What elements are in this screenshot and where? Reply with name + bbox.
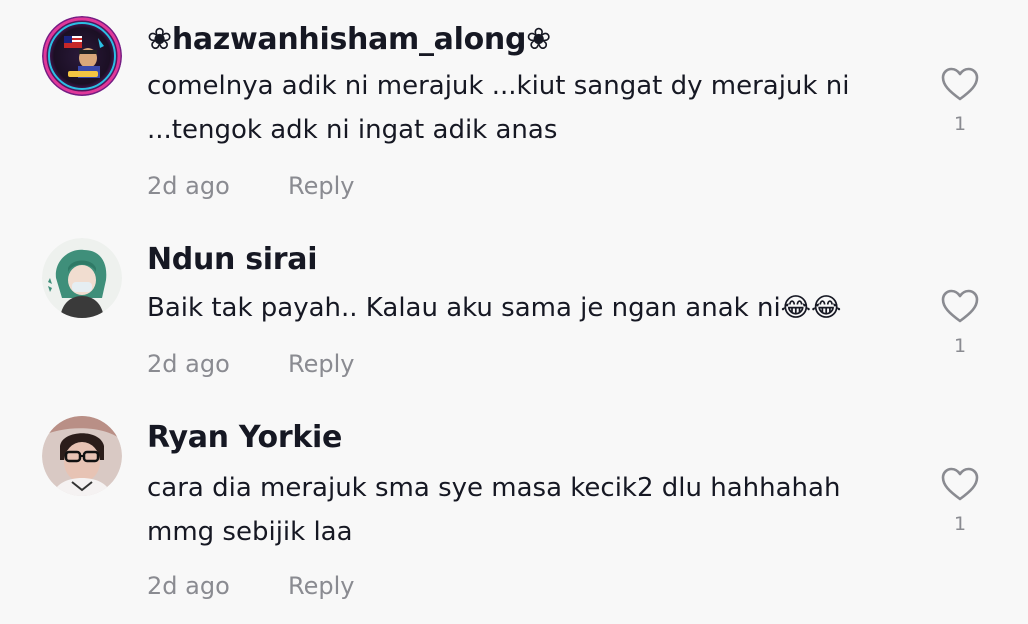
- comment-timestamp: 2d ago: [147, 572, 230, 600]
- comment-username[interactable]: Ndun sirai: [147, 240, 318, 280]
- avatar[interactable]: [42, 416, 122, 496]
- comment-meta: 2d ago Reply: [147, 348, 354, 380]
- reply-button[interactable]: Reply: [288, 348, 354, 380]
- comment-text: comelnya adik ni merajuk ...kiut sangat …: [147, 71, 850, 145]
- comment-timestamp: 2d ago: [147, 172, 230, 200]
- heart-outline-icon: [941, 67, 979, 101]
- avatar[interactable]: [42, 16, 122, 96]
- like-button[interactable]: 1: [938, 288, 982, 358]
- like-count: 1: [953, 513, 967, 535]
- comment-meta: 2d ago Reply: [147, 170, 354, 202]
- comment-username[interactable]: Ryan Yorkie: [147, 418, 342, 458]
- like-button[interactable]: 1: [938, 466, 982, 536]
- like-count: 1: [953, 335, 967, 357]
- comment-text: Baik tak payah.. Kalau aku sama je ngan …: [147, 293, 842, 323]
- like-button[interactable]: 1: [938, 66, 982, 136]
- like-count: 1: [953, 113, 967, 135]
- reply-button[interactable]: Reply: [288, 170, 354, 202]
- avatar[interactable]: [42, 238, 122, 318]
- comment-text: cara dia merajuk sma sye masa kecik2 dlu…: [147, 473, 841, 547]
- comment-username[interactable]: ❀hazwanhisham_along❀: [147, 20, 551, 60]
- reply-button[interactable]: Reply: [288, 570, 354, 602]
- comment-meta: 2d ago Reply: [147, 570, 354, 602]
- comment-timestamp: 2d ago: [147, 350, 230, 378]
- heart-outline-icon: [941, 289, 979, 323]
- heart-outline-icon: [941, 467, 979, 501]
